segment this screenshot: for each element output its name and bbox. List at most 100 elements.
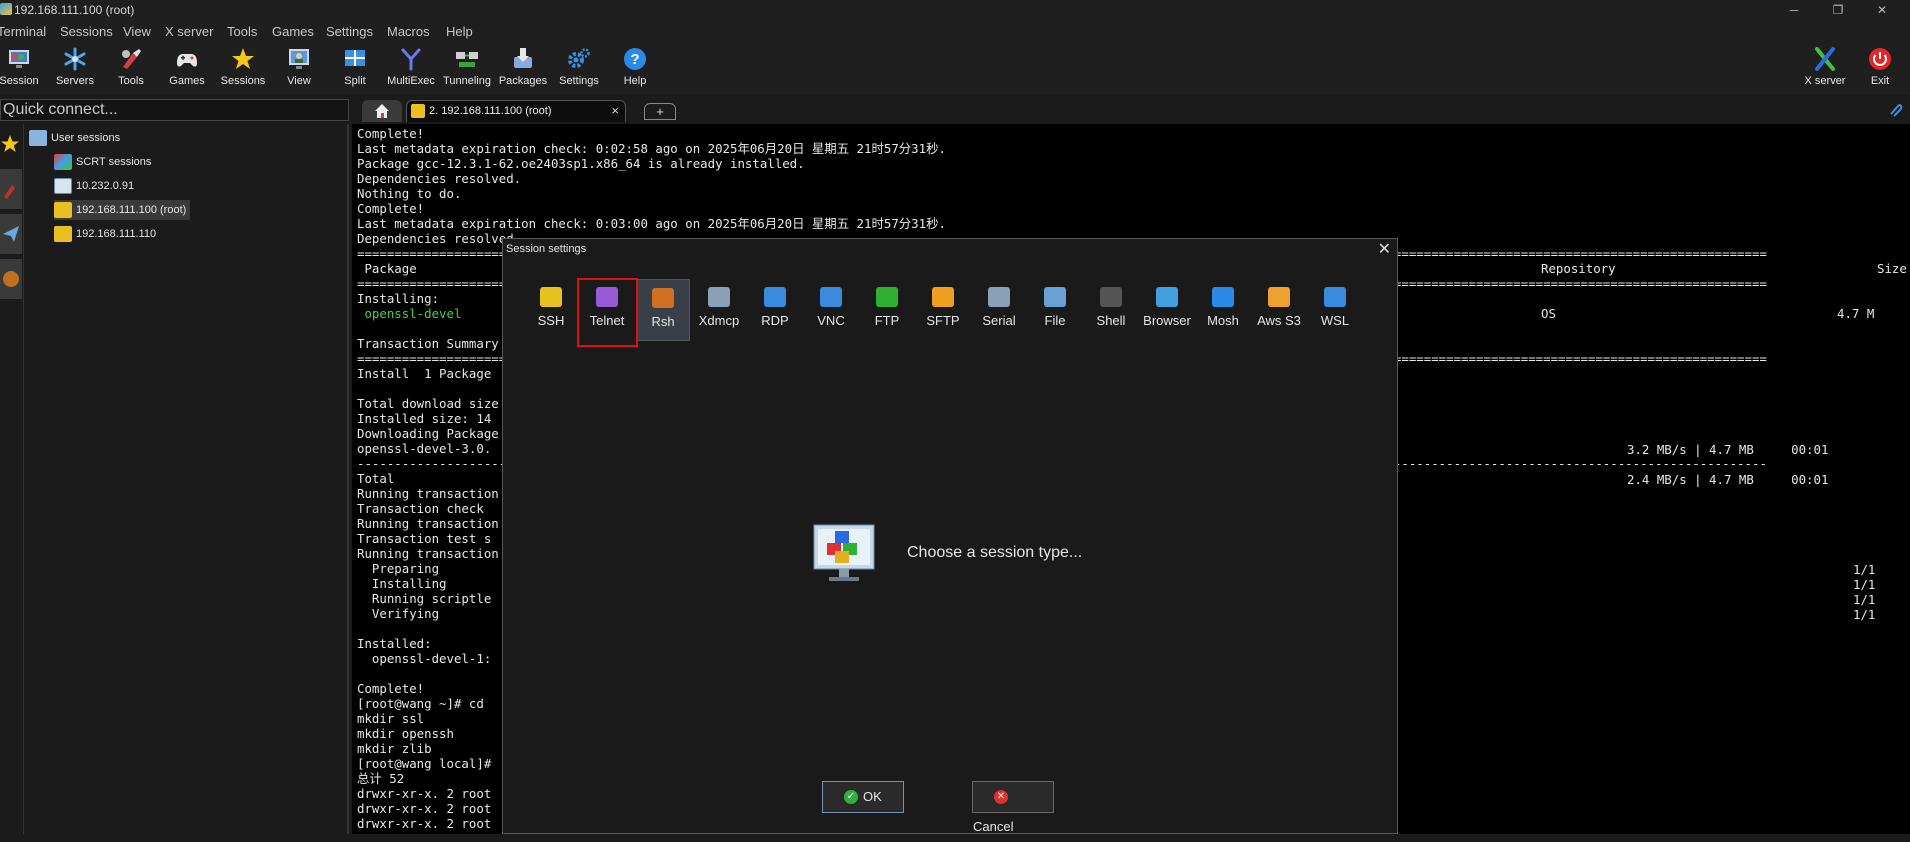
tab-home[interactable] — [362, 100, 402, 122]
terminal-line: Running scriptle — [357, 591, 492, 606]
gamepad-icon — [177, 54, 197, 67]
tab-session-192-168-111-100[interactable]: 2. 192.168.111.100 (root) × — [406, 100, 626, 122]
rail-sftp-button[interactable] — [0, 259, 22, 299]
menu-terminal[interactable]: Terminal — [0, 24, 46, 39]
power-icon — [1869, 48, 1891, 70]
vnc-icon — [820, 287, 842, 307]
terminal-line: Last metadata expiration check: 0:03:00 … — [357, 216, 946, 231]
terminal-line: Installing — [357, 576, 447, 591]
browser-icon — [1156, 287, 1178, 307]
session-type-rsh[interactable]: Rsh — [636, 279, 690, 341]
session-type-vnc[interactable]: VNC — [804, 279, 858, 341]
toolbar-exit-button[interactable]: Exit — [1852, 42, 1908, 94]
wsl-icon — [1324, 287, 1346, 307]
toolbar-settings-button[interactable]: Settings — [551, 42, 607, 94]
tree-item-10-232-0-91[interactable]: 10.232.0.91 — [54, 176, 134, 196]
terminal-line: openssl-devel-1: — [357, 651, 492, 666]
menu-view[interactable]: View — [123, 24, 151, 39]
term-progress: 1/1 — [1853, 562, 1876, 577]
session-type-serial[interactable]: Serial — [972, 279, 1026, 341]
menu-xserver[interactable]: X server — [165, 24, 213, 39]
terminal-line: 总计 52 — [357, 771, 405, 786]
terminal-line: Complete! — [357, 681, 425, 696]
session-type-wsl[interactable]: WSL — [1308, 279, 1362, 341]
home-icon — [375, 104, 389, 118]
terminal-line: Downloading Package — [357, 426, 499, 441]
new-tab-button[interactable]: + — [644, 103, 676, 120]
session-type-mosh[interactable]: Mosh — [1196, 279, 1250, 341]
session-type-ftp[interactable]: FTP — [860, 279, 914, 341]
term-repo-value: OS — [1541, 306, 1556, 321]
session-type-xdmcp[interactable]: Xdmcp — [692, 279, 746, 341]
menu-sessions[interactable]: Sessions — [60, 24, 113, 39]
tree-item-192-168-111-100[interactable]: 192.168.111.100 (root) — [54, 200, 191, 220]
toolbar-help-button[interactable]: ? Help — [607, 42, 663, 94]
toolbar-games-button[interactable]: Games — [159, 42, 215, 94]
restore-icon[interactable]: ❐ — [1820, 0, 1856, 20]
attach-icon[interactable] — [1887, 102, 1903, 118]
terminal-line: Package — [357, 261, 417, 276]
session-type-shell[interactable]: Shell — [1084, 279, 1138, 341]
rail-sessions-button[interactable] — [0, 124, 22, 164]
toolbar-tunneling-button[interactable]: Tunneling — [439, 42, 495, 94]
mosh-icon — [1212, 287, 1234, 307]
rail-tools-button[interactable] — [0, 169, 22, 209]
toolbar-servers-button[interactable]: Servers — [47, 42, 103, 94]
toolbar-multiexec-button[interactable]: MultiExec — [383, 42, 439, 94]
session-type-browser[interactable]: Browser — [1140, 279, 1194, 341]
dialog-close-icon[interactable]: ✕ — [1378, 239, 1391, 259]
rail-macros-button[interactable] — [0, 214, 22, 254]
packages-icon — [514, 48, 532, 68]
file-icon — [1044, 287, 1066, 307]
terminal-line: Installing: — [357, 291, 440, 306]
gear-icon — [568, 48, 590, 68]
terminal-line: Package gcc-12.3.1-62.oe2403sp1.x86_64 i… — [357, 156, 805, 171]
session-type-ssh[interactable]: SSH — [524, 279, 578, 341]
cancel-button[interactable]: ✕Cancel — [972, 781, 1054, 834]
x-server-icon — [1815, 47, 1835, 71]
toolbar-view-button[interactable]: View — [271, 42, 327, 94]
menu-bar: Terminal Sessions View X server Tools Ga… — [0, 20, 1910, 42]
terminal-line: Install 1 Package — [357, 366, 492, 381]
menu-macros[interactable]: Macros — [387, 24, 430, 39]
svg-text:?: ? — [630, 51, 639, 68]
tree-item-scrt-sessions[interactable]: SCRT sessions — [54, 152, 151, 172]
session-type-sftp[interactable]: SFTP — [916, 279, 970, 341]
terminal-line: Total — [357, 471, 395, 486]
tab-bar: 2. 192.168.111.100 (root) × + — [352, 98, 1910, 122]
folder-icon — [54, 154, 72, 171]
term-progress: 1/1 — [1853, 607, 1876, 622]
toolbar-tools-button[interactable]: Tools — [103, 42, 159, 94]
toolbar-session-button[interactable]: Session — [0, 42, 47, 94]
cancel-icon: ✕ — [994, 789, 1008, 804]
terminal-line: Transaction check — [357, 501, 484, 516]
ok-button[interactable]: ✓ OK — [822, 781, 904, 813]
tab-close-icon[interactable]: × — [611, 103, 619, 118]
shell-icon — [1100, 287, 1122, 307]
session-type-aws-s3[interactable]: Aws S3 — [1252, 279, 1306, 341]
session-type-rdp[interactable]: RDP — [748, 279, 802, 341]
choose-session-prompt: Choose a session type... — [907, 544, 1083, 561]
side-rail — [0, 124, 24, 834]
menu-help[interactable]: Help — [446, 24, 473, 39]
dialog-title: Session settings — [506, 243, 587, 255]
toolbar-packages-button[interactable]: Packages — [495, 42, 551, 94]
terminal-line: [root@wang local]# — [357, 756, 492, 771]
terminal-line: Dependencies resolved. — [357, 171, 522, 186]
close-window-icon[interactable]: ✕ — [1864, 0, 1900, 20]
menu-games[interactable]: Games — [272, 24, 314, 39]
aws-s3-icon — [1268, 287, 1290, 307]
tree-user-sessions[interactable]: User sessions — [29, 128, 120, 148]
menu-settings[interactable]: Settings — [326, 24, 373, 39]
help-icon: ? — [624, 48, 646, 70]
menu-tools[interactable]: Tools — [227, 24, 257, 39]
quick-connect-input[interactable]: Quick connect... — [0, 99, 349, 121]
highlight-box — [577, 278, 638, 347]
tree-item-192-168-111-110[interactable]: 192.168.111.110 — [54, 224, 156, 244]
minimize-icon[interactable]: ─ — [1776, 0, 1812, 20]
terminal-line: drwxr-xr-x. 2 root — [357, 816, 492, 831]
session-type-file[interactable]: File — [1028, 279, 1082, 341]
toolbar-xserver-button[interactable]: X server — [1797, 42, 1853, 94]
toolbar-split-button[interactable]: Split — [327, 42, 383, 94]
toolbar-sessions-button[interactable]: Sessions — [215, 42, 271, 94]
